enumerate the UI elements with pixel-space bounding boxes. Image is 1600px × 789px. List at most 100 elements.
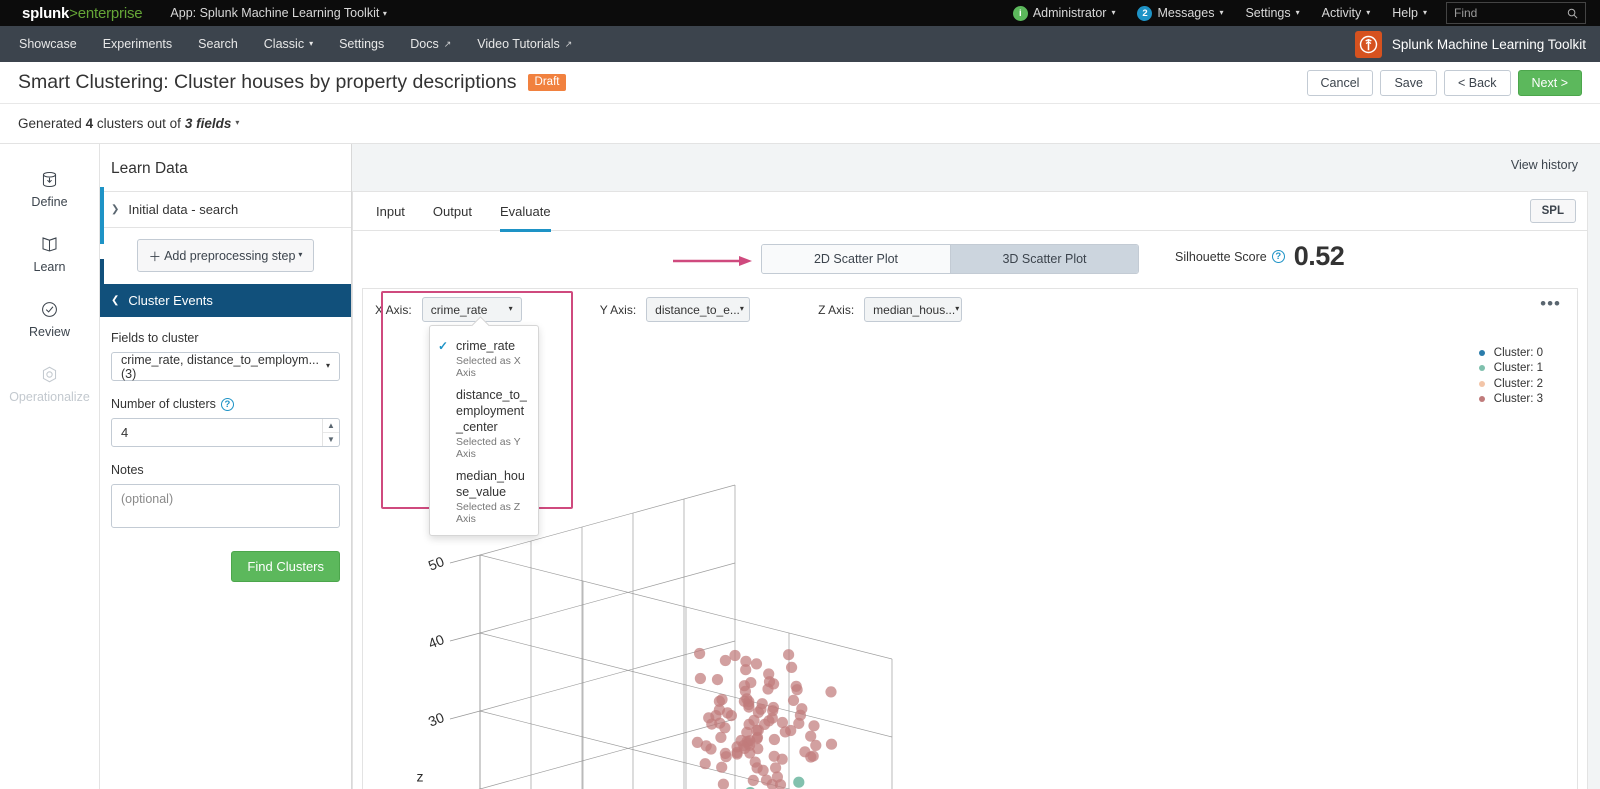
y-axis-select[interactable]: distance_to_e... ▾ (646, 297, 751, 322)
nav-label: Search (198, 37, 238, 51)
chevron-down-icon: ▾ (1295, 7, 1300, 17)
fields-to-cluster-label: Fields to cluster (111, 331, 340, 345)
add-preprocessing-step-button[interactable]: ＋ Add preprocessing step ▾ (136, 239, 315, 272)
messages-menu[interactable]: 2 Messages ▾ (1126, 5, 1234, 21)
cluster-count: 4 (85, 116, 94, 131)
number-of-clusters-stepper[interactable]: 4 ▲ ▼ (111, 418, 340, 447)
activity-menu[interactable]: Activity ▾ (1311, 6, 1382, 20)
dropdown-option-median-house-value[interactable]: median_house_value Selected as Z Axis (430, 464, 538, 529)
main-topline: View history (352, 144, 1600, 191)
toggle-3d-scatter-plot[interactable]: 3D Scatter Plot (950, 245, 1138, 273)
x-axis-select[interactable]: crime_rate ▾ (421, 297, 522, 322)
scatter-3d-canvas[interactable]: 1020304050z246810y0204060x (363, 323, 1543, 789)
svg-text:z: z (417, 769, 424, 785)
option-sublabel: Selected as X Axis (456, 355, 521, 379)
svg-text:40: 40 (426, 631, 447, 652)
accordion-cluster-events[interactable]: ❮ Cluster Events (100, 284, 351, 317)
y-axis-value: distance_to_e... (655, 302, 740, 317)
settings-label: Settings (1245, 6, 1291, 20)
silhouette-score-value: 0.52 (1293, 241, 1345, 271)
gear-hex-icon (42, 366, 57, 383)
app-selector[interactable]: App: Splunk Machine Learning Toolkit ▾ (170, 6, 386, 20)
cluster-events-form: Fields to cluster crime_rate, distance_t… (100, 317, 351, 582)
toggle-label: 2D Scatter Plot (813, 252, 899, 266)
search-icon (1567, 8, 1578, 18)
book-icon (42, 237, 57, 252)
label-text: Silhouette Score (1175, 249, 1267, 264)
back-button[interactable]: < Back (1443, 69, 1511, 96)
page-header: Smart Clustering: Cluster houses by prop… (0, 62, 1600, 104)
number-of-clusters-label: Number of clusters ? (111, 397, 340, 411)
find-clusters-button[interactable]: Find Clusters (231, 551, 340, 582)
notes-textarea[interactable]: (optional) (111, 484, 340, 528)
y-axis-label: Y Axis: (599, 302, 637, 317)
nav-item-docs[interactable]: Docs ↗ (397, 26, 464, 62)
notes-label: Notes (111, 463, 340, 477)
nav-item-video-tutorials[interactable]: Video Tutorials ↗ (464, 26, 585, 62)
x-axis-value: crime_rate (430, 302, 488, 317)
splunk-logo[interactable]: splunk>enterprise (22, 5, 143, 22)
help-icon[interactable]: ? (1271, 250, 1285, 263)
nav-item-settings[interactable]: Settings (326, 26, 397, 62)
overflow-menu-icon[interactable]: ••• (1540, 295, 1561, 312)
tab-input[interactable]: Input (362, 192, 419, 231)
fields-link[interactable]: 3 fields (185, 116, 232, 131)
annotation-arrow-icon (673, 256, 752, 266)
help-menu[interactable]: Help ▾ (1381, 6, 1438, 20)
administrator-menu[interactable]: i Administrator ▾ (1002, 5, 1127, 21)
chevron-down-icon: ▾ (235, 118, 240, 127)
rail-item-operationalize[interactable]: Operationalize (0, 353, 99, 418)
app-title: Splunk Machine Learning Toolkit (1391, 36, 1586, 52)
x-axis-label: X Axis: (375, 302, 412, 317)
fields-to-cluster-select[interactable]: crime_rate, distance_to_employm... (3) ▾ (111, 352, 340, 381)
option-sublabel: Selected as Y Axis (456, 436, 521, 460)
tab-evaluate[interactable]: Evaluate (486, 192, 565, 232)
silhouette-score-label: Silhouette Score ? (1175, 250, 1285, 264)
z-axis-value: median_hous... (873, 302, 956, 317)
z-axis-select[interactable]: median_hous... ▾ (864, 297, 963, 322)
fields-to-cluster-value: crime_rate, distance_to_employm... (3) (121, 352, 320, 381)
save-button[interactable]: Save (1380, 69, 1437, 96)
main-content: View history Input Output Evaluate SPL 2… (352, 144, 1600, 789)
help-icon[interactable]: ? (220, 397, 234, 411)
z-axis-label: Z Axis: (818, 302, 855, 317)
nav-item-experiments[interactable]: Experiments (90, 26, 185, 62)
nav-label: Classic (263, 37, 305, 51)
nav-item-showcase[interactable]: Showcase (6, 26, 90, 62)
tab-output[interactable]: Output (419, 192, 486, 231)
rail-item-define[interactable]: Define (0, 158, 99, 223)
accordion-initial-data[interactable]: ❯ Initial data - search (100, 191, 351, 228)
nav-item-classic[interactable]: Classic ▾ (251, 26, 326, 62)
messages-label: Messages (1157, 6, 1215, 20)
nav-item-search[interactable]: Search (185, 26, 251, 62)
toggle-2d-scatter-plot[interactable]: 2D Scatter Plot (762, 245, 950, 273)
stepper-increment[interactable]: ▲ (323, 419, 339, 433)
add-preprocessing-label: Add preprocessing step (164, 248, 296, 263)
chevron-right-icon: ❯ (111, 204, 120, 215)
plot-type-row: 2D Scatter Plot 3D Scatter Plot Silhouet… (353, 231, 1587, 287)
cancel-button[interactable]: Cancel (1306, 69, 1374, 96)
dropdown-option-crime-rate[interactable]: ✓ crime_rate Selected as X Axis (430, 334, 538, 383)
nav-label: Showcase (19, 37, 77, 51)
svg-text:30: 30 (426, 709, 447, 730)
tab-label: Evaluate (499, 203, 551, 219)
stepper-decrement[interactable]: ▼ (323, 433, 339, 446)
settings-menu[interactable]: Settings ▾ (1234, 6, 1310, 20)
card-tabs: Input Output Evaluate SPL (353, 192, 1587, 232)
workflow-rail: Define Learn Review Operationalize (0, 144, 100, 789)
rail-label: Learn (33, 260, 66, 274)
dropdown-option-distance-to-employment-center[interactable]: distance_to_employment_center Selected a… (430, 383, 538, 464)
rail-item-learn[interactable]: Learn (0, 223, 99, 288)
rail-item-review[interactable]: Review (0, 288, 99, 353)
chevron-down-icon: ▾ (1366, 7, 1371, 17)
label-text: Notes (111, 463, 144, 477)
find-input[interactable]: Find (1446, 2, 1586, 24)
next-button[interactable]: Next > (1517, 69, 1582, 96)
view-history-link[interactable]: View history (1511, 158, 1578, 172)
spl-button[interactable]: SPL (1529, 199, 1576, 223)
status-badge: Draft (527, 74, 567, 91)
external-link-icon: ↗ (564, 38, 573, 49)
plot-type-toggle-group: 2D Scatter Plot 3D Scatter Plot (761, 244, 1139, 274)
administrator-label: Administrator (1032, 6, 1107, 20)
option-name: crime_rate (456, 339, 516, 353)
